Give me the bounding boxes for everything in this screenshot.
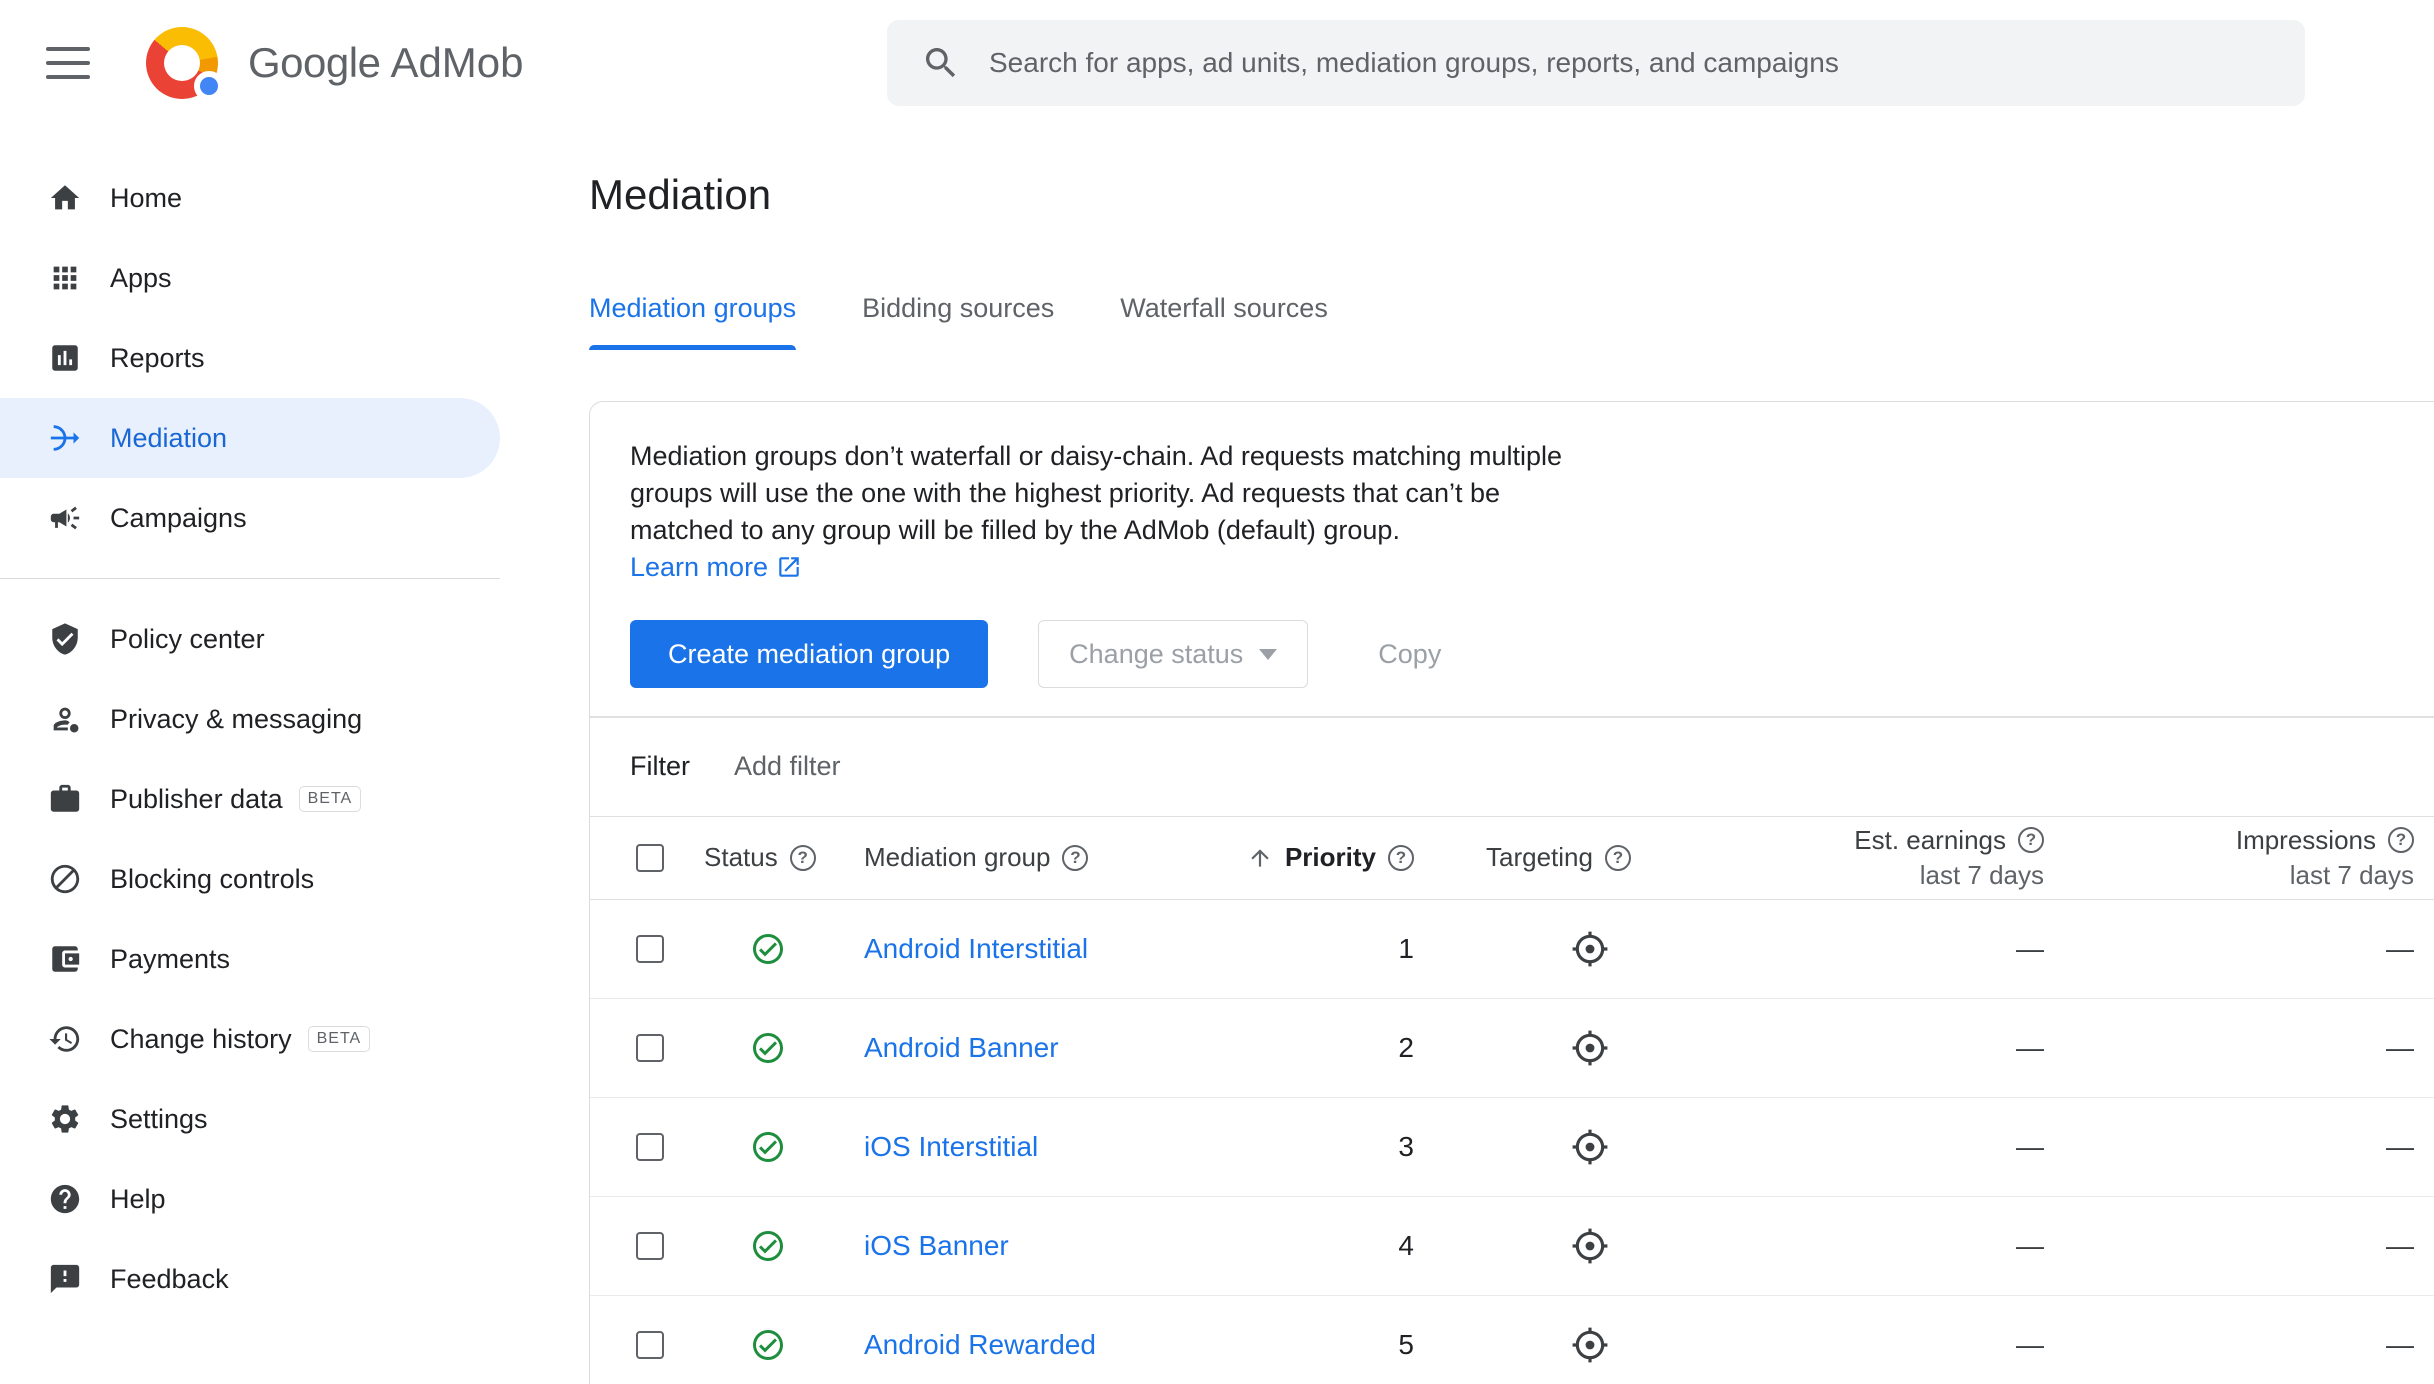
change-status-button[interactable]: Change status xyxy=(1038,620,1309,688)
brand-product: AdMob xyxy=(390,39,524,86)
global-search[interactable] xyxy=(887,20,2305,106)
brand-google: Google xyxy=(248,39,381,86)
mediation-group-help-icon[interactable]: ? xyxy=(1062,844,1089,871)
mediation-group-link[interactable]: Android Rewarded xyxy=(864,1329,1096,1360)
table-header: Status ? Mediation group ? Priority ? Ta… xyxy=(590,815,2434,900)
targeting-icon[interactable] xyxy=(1571,1128,1609,1166)
column-mediation-group: Mediation group ? xyxy=(864,842,1230,873)
table-row: iOS Banner 4 — — xyxy=(590,1197,2434,1296)
search-icon xyxy=(926,48,956,78)
sort-ascending-icon xyxy=(1251,848,1269,867)
page-title: Mediation xyxy=(589,171,772,218)
chevron-down-icon xyxy=(1259,648,1278,660)
impressions-value: — xyxy=(2386,1328,2414,1360)
select-all-checkbox[interactable] xyxy=(636,843,664,872)
open-in-new-icon xyxy=(779,557,799,577)
targeting-help-icon[interactable]: ? xyxy=(1604,844,1631,871)
est-earnings-help-icon[interactable]: ? xyxy=(2018,827,2044,853)
admob-logo-icon[interactable] xyxy=(146,27,224,101)
priority-value: 1 xyxy=(1398,932,1414,964)
priority-value: 5 xyxy=(1398,1328,1414,1360)
priority-value: 3 xyxy=(1398,1130,1414,1162)
row-checkbox[interactable] xyxy=(636,1231,664,1260)
tab-waterfall-sources[interactable]: Waterfall sources xyxy=(1120,266,1328,350)
column-targeting: Targeting ? xyxy=(1430,842,1750,873)
est-earnings-value: — xyxy=(2016,1328,2044,1360)
mediation-group-link[interactable]: iOS Banner xyxy=(864,1230,1009,1261)
search-input[interactable] xyxy=(989,47,2271,79)
add-filter-button[interactable]: Add filter xyxy=(734,751,841,782)
table-row: Android Interstitial 1 — — xyxy=(590,900,2434,999)
table-row: iOS Interstitial 3 — — xyxy=(590,1098,2434,1197)
impressions-value: — xyxy=(2386,932,2414,964)
priority-value: 2 xyxy=(1398,1031,1414,1063)
est-earnings-value: — xyxy=(2016,1130,2044,1162)
status-active-icon xyxy=(753,1230,783,1261)
logo-dot xyxy=(194,71,224,101)
status-active-icon xyxy=(753,1329,783,1360)
main-content: Mediation Mediation groups Bidding sourc… xyxy=(0,126,2434,1384)
targeting-icon[interactable] xyxy=(1571,1326,1609,1364)
tab-bar: Mediation groups Bidding sources Waterfa… xyxy=(589,266,2434,350)
description-text: Mediation groups don’t waterfall or dais… xyxy=(630,441,1562,545)
impressions-value: — xyxy=(2386,1031,2414,1063)
targeting-icon[interactable] xyxy=(1571,1227,1609,1265)
filter-label: Filter xyxy=(630,751,690,781)
status-active-icon xyxy=(753,1131,783,1162)
mediation-group-link[interactable]: Android Banner xyxy=(864,1032,1059,1063)
mediation-group-link[interactable]: iOS Interstitial xyxy=(864,1131,1038,1162)
row-checkbox[interactable] xyxy=(636,1132,664,1161)
mediation-group-link[interactable]: Android Interstitial xyxy=(864,933,1088,964)
top-header: Google AdMob xyxy=(0,0,2434,126)
targeting-icon[interactable] xyxy=(1571,930,1609,968)
column-impressions: Impressions? last 7 days xyxy=(2235,824,2414,890)
column-est-earnings: Est. earnings? last 7 days xyxy=(1854,824,2044,890)
status-help-icon[interactable]: ? xyxy=(789,844,816,871)
impressions-help-icon[interactable]: ? xyxy=(2388,827,2414,853)
table-row: Android Rewarded 5 — — xyxy=(590,1296,2434,1384)
impressions-value: — xyxy=(2386,1229,2414,1261)
app-title: Google AdMob xyxy=(248,39,524,87)
learn-more-link[interactable]: Learn more xyxy=(630,552,802,582)
status-active-icon xyxy=(753,933,783,964)
create-mediation-group-button[interactable]: Create mediation group xyxy=(630,620,989,688)
row-checkbox[interactable] xyxy=(636,934,664,963)
row-checkbox[interactable] xyxy=(636,1330,664,1359)
column-status: Status ? xyxy=(704,842,864,873)
menu-icon[interactable] xyxy=(46,47,90,79)
tab-mediation-groups[interactable]: Mediation groups xyxy=(589,266,797,350)
priority-help-icon[interactable]: ? xyxy=(1388,844,1414,871)
tab-bidding-sources[interactable]: Bidding sources xyxy=(862,266,1054,350)
est-earnings-value: — xyxy=(2016,1031,2044,1063)
targeting-icon[interactable] xyxy=(1571,1029,1609,1067)
copy-button[interactable]: Copy xyxy=(1356,620,1463,688)
action-buttons: Create mediation group Change status Cop… xyxy=(630,620,2434,688)
row-checkbox[interactable] xyxy=(636,1033,664,1062)
status-active-icon xyxy=(753,1032,783,1063)
column-priority[interactable]: Priority ? xyxy=(1230,842,1430,873)
priority-value: 4 xyxy=(1398,1229,1414,1261)
mediation-groups-card: Mediation groups don’t waterfall or dais… xyxy=(589,401,2434,1384)
filter-bar: Filter Add filter xyxy=(590,718,2434,816)
est-earnings-value: — xyxy=(2016,1229,2044,1261)
table-row: Android Banner 2 — — xyxy=(590,999,2434,1098)
impressions-value: — xyxy=(2386,1130,2414,1162)
mediation-description: Mediation groups don’t waterfall or dais… xyxy=(630,438,1565,586)
est-earnings-value: — xyxy=(2016,932,2044,964)
